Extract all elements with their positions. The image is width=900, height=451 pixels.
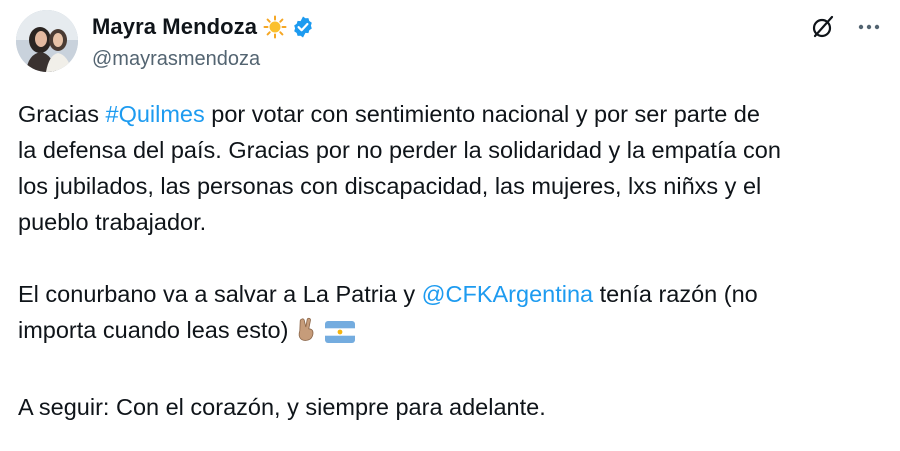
sun-icon	[263, 15, 287, 39]
verified-icon[interactable]	[291, 15, 315, 39]
text-segment: importa cuando leas esto)	[18, 317, 289, 343]
paragraph-1: Gracias #Quilmes por votar con sentimien…	[18, 96, 882, 240]
text-segment: tenía razón (no	[593, 281, 758, 307]
victory-hand-icon	[295, 317, 319, 353]
grok-icon[interactable]	[810, 14, 836, 40]
display-name[interactable]: Mayra Mendoza	[92, 14, 257, 40]
argentina-flag-icon	[325, 317, 356, 353]
mention-link[interactable]: @CFKArgentina	[422, 281, 593, 307]
text-segment: Gracias	[18, 101, 106, 127]
tweet-header: Mayra Mendoza @mayrasmendoza	[92, 12, 780, 71]
tweet-text: Gracias #Quilmes por votar con sentimien…	[18, 96, 882, 425]
avatar[interactable]	[16, 10, 78, 72]
hashtag-link[interactable]: #Quilmes	[106, 101, 205, 127]
paragraph-2: El conurbano va a salvar a La Patria y @…	[18, 276, 882, 353]
tweet-card: Mayra Mendoza @mayrasmendoza Gracias #Qu…	[0, 0, 900, 451]
text-segment: El conurbano va a salvar a La Patria y	[18, 281, 422, 307]
name-row: Mayra Mendoza	[92, 12, 780, 42]
text-segment: por votar con sentimiento nacional y por…	[204, 101, 760, 127]
more-options-icon[interactable]	[856, 14, 882, 40]
paragraph-3: A seguir: Con el corazón, y siempre para…	[18, 394, 546, 420]
text-segment: la defensa del país. Gracias por no perd…	[18, 137, 781, 163]
top-actions	[810, 14, 882, 40]
text-segment: los jubilados, las personas con discapac…	[18, 173, 762, 199]
handle[interactable]: @mayrasmendoza	[92, 48, 780, 71]
text-segment: pueblo trabajador.	[18, 209, 207, 235]
